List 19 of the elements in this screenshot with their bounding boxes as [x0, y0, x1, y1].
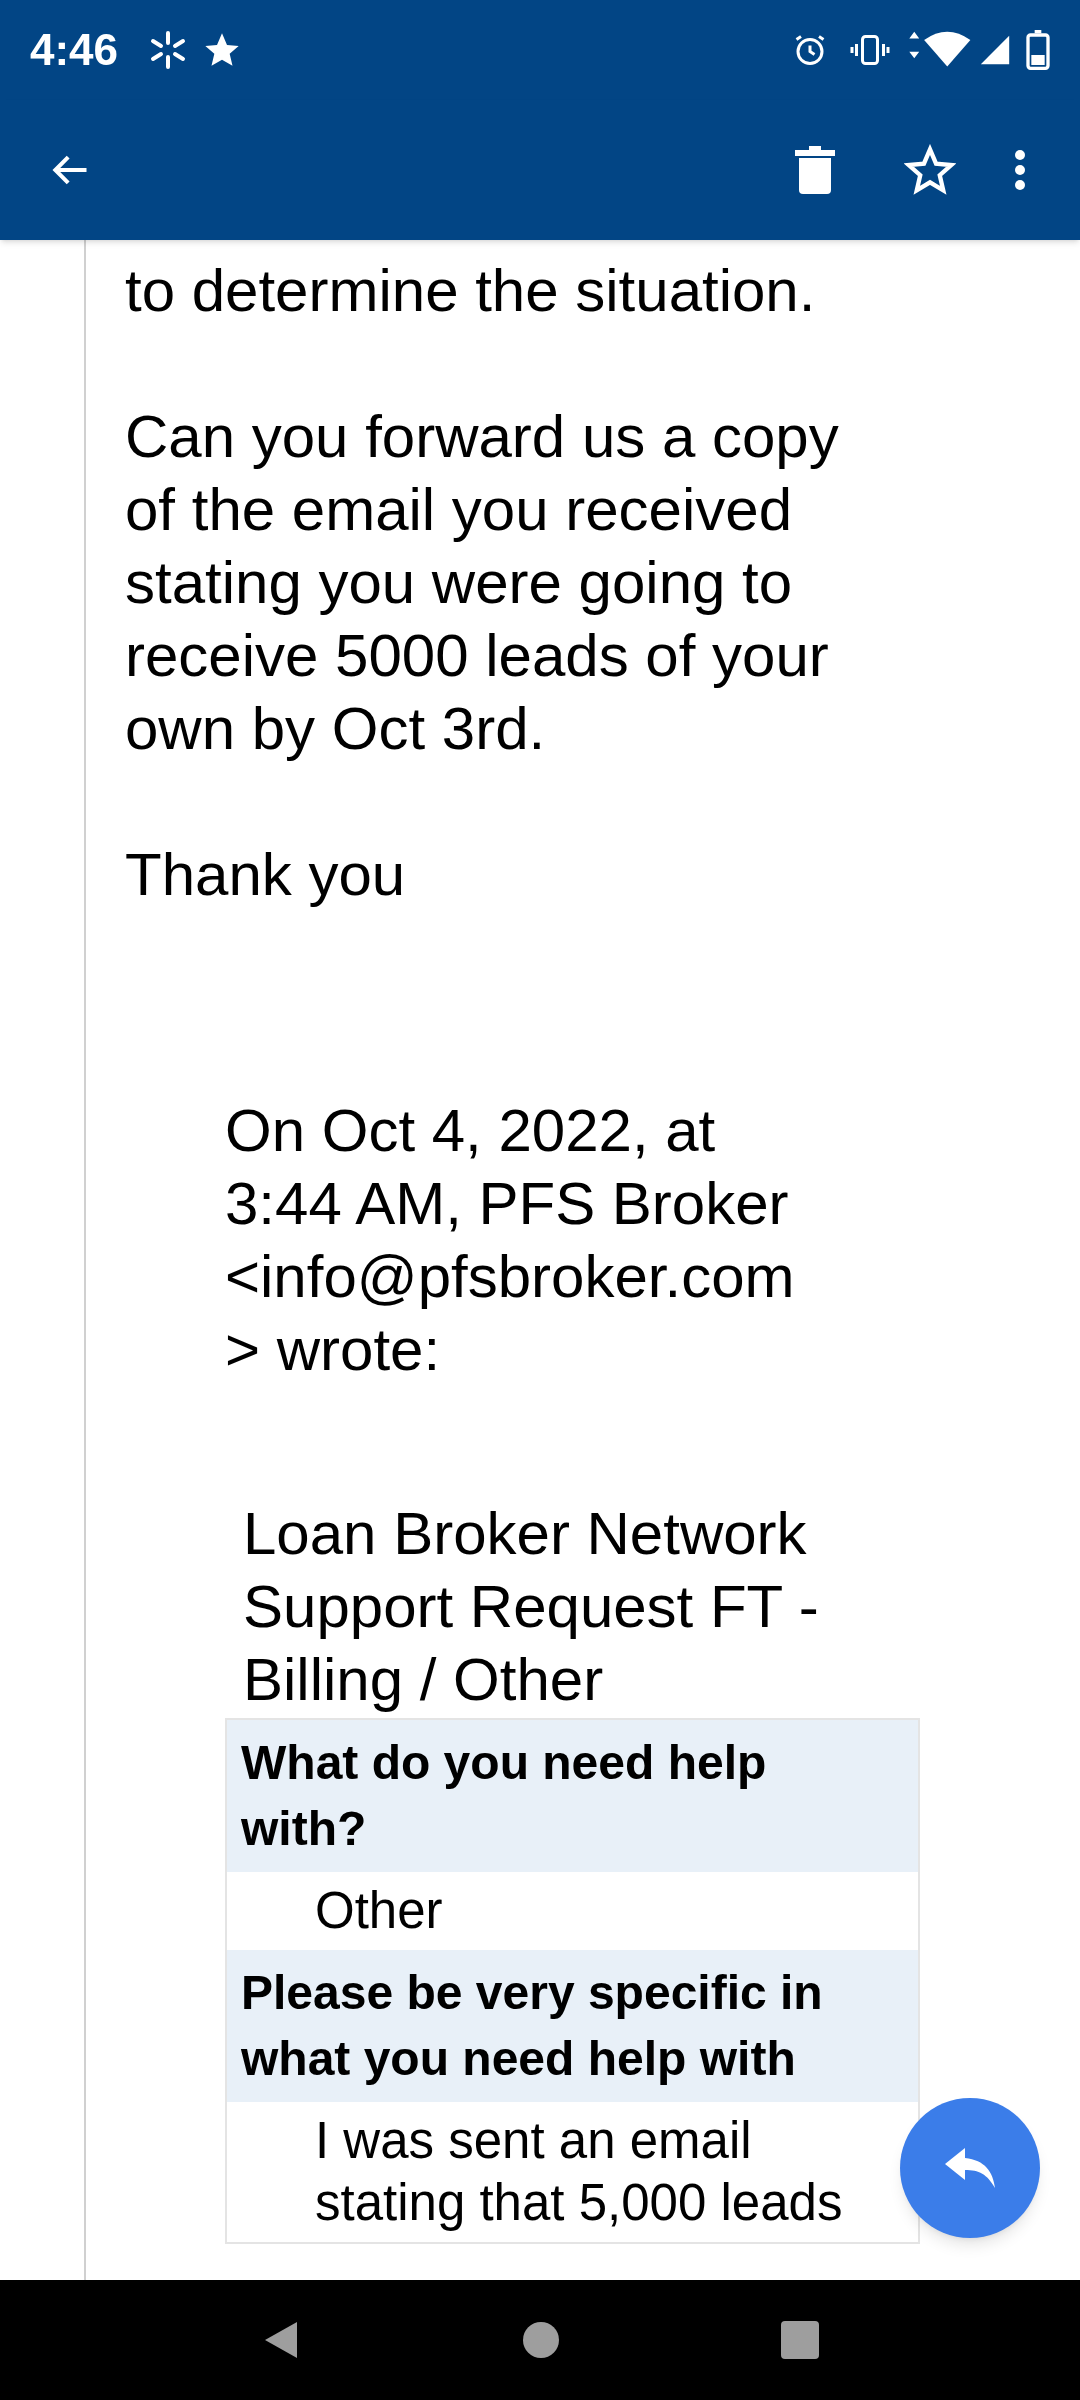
trash-icon [795, 145, 835, 195]
cell-signal-icon [978, 33, 1012, 67]
reply-icon [945, 2148, 995, 2188]
battery-icon [1026, 30, 1050, 70]
more-icon [1013, 148, 1027, 192]
form-answer: Other [315, 1881, 443, 1941]
form-answer: I was sent an email stating that 5,000 leads [315, 2111, 843, 2233]
recents-icon[interactable] [781, 2321, 820, 2359]
message-paragraph: Can you forward us a copy of the email you received stating you were going to receive 5000 leads of your own by Oct 3rd. [125, 402, 839, 764]
quoted-subject: Loan Broker Network Support Request FT - Billing / Other [242, 1499, 819, 1715]
message-paragraph: to determine the situation. [125, 256, 816, 326]
star-outline-icon [904, 144, 956, 196]
form-question: What do you need help with? [241, 1735, 767, 1857]
home-icon[interactable] [522, 2321, 560, 2359]
quote-attribution: On Oct 4, 2022, at 3:44 AM, PFS Broker <info@pfsbroker.com > wrote: [225, 1096, 795, 1385]
status-time: 4:46 [30, 24, 119, 76]
vibrate-icon [850, 32, 890, 68]
message-paragraph: Thank you [125, 840, 406, 910]
form-question: Please be very specific in what you need help with [241, 1965, 823, 2087]
